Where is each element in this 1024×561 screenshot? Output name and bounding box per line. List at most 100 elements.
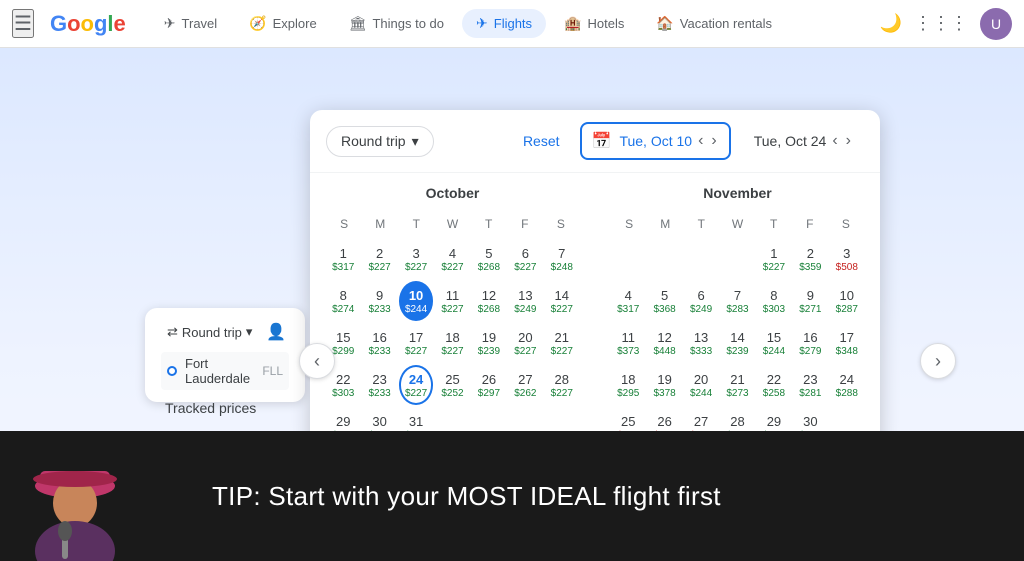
day-cell-20[interactable]: 20$227 bbox=[508, 323, 542, 363]
day-cell-2[interactable]: 2$359 bbox=[793, 239, 827, 279]
day-cell-26[interactable]: 26$297 bbox=[472, 365, 506, 405]
day-cell-14[interactable]: 14$227 bbox=[545, 281, 579, 321]
day-cell-6[interactable]: 6$227 bbox=[508, 239, 542, 279]
calendar-header: Round trip ▾ Reset 📅 Tue, Oct 10 ‹ › Tue… bbox=[310, 110, 880, 173]
day-cell-11[interactable]: 11$373 bbox=[611, 323, 645, 363]
day-cell-18[interactable]: 18$295 bbox=[611, 365, 645, 405]
day-cell-24[interactable]: 24$227 bbox=[399, 365, 433, 405]
day-cell-9[interactable]: 9$271 bbox=[793, 281, 827, 321]
day-cell-6[interactable]: 6$249 bbox=[684, 281, 718, 321]
day-cell-16[interactable]: 16$279 bbox=[793, 323, 827, 363]
day-cell-8[interactable]: 8$303 bbox=[757, 281, 791, 321]
reset-button[interactable]: Reset bbox=[515, 127, 568, 155]
end-date-prev-button[interactable]: ‹ bbox=[830, 130, 839, 152]
grid-button[interactable]: ⋮⋮⋮ bbox=[914, 13, 968, 34]
day-number: 6 bbox=[522, 246, 529, 261]
day-cell-17[interactable]: 17$227 bbox=[399, 323, 433, 363]
day-cell-10[interactable]: 10$287 bbox=[830, 281, 864, 321]
dark-mode-button[interactable]: 🌙 bbox=[880, 13, 902, 34]
october-day-headers: S M T W T F S bbox=[326, 213, 579, 235]
end-date-selector[interactable]: Tue, Oct 24 ‹ › bbox=[743, 123, 864, 159]
day-cell-19[interactable]: 19$239 bbox=[472, 323, 506, 363]
day-cell-25[interactable]: 25$252 bbox=[435, 365, 469, 405]
day-cell-23[interactable]: 23$281 bbox=[793, 365, 827, 405]
day-cell-12[interactable]: 12$268 bbox=[472, 281, 506, 321]
start-date-selector[interactable]: 📅 Tue, Oct 10 ‹ › bbox=[580, 122, 731, 160]
day-number: 16 bbox=[803, 330, 817, 345]
day-cell-21[interactable]: 21$273 bbox=[720, 365, 754, 405]
start-date-next-button[interactable]: › bbox=[709, 130, 718, 152]
day-cell-18[interactable]: 18$227 bbox=[435, 323, 469, 363]
day-cell-19[interactable]: 19$378 bbox=[647, 365, 681, 405]
tracked-prices-label: Tracked prices bbox=[165, 400, 256, 416]
day-cell-4[interactable]: 4$227 bbox=[435, 239, 469, 279]
day-cell-3[interactable]: 3$227 bbox=[399, 239, 433, 279]
tab-hotels[interactable]: 🏨 Hotels bbox=[550, 9, 638, 38]
day-cell-7[interactable]: 7$248 bbox=[545, 239, 579, 279]
day-cell-27[interactable]: 27$262 bbox=[508, 365, 542, 405]
day-number: 11 bbox=[621, 330, 635, 345]
day-cell-1[interactable]: 1$227 bbox=[757, 239, 791, 279]
day-price: $233 bbox=[369, 304, 391, 315]
oct-day-header-t1: T bbox=[398, 213, 434, 235]
day-cell-20[interactable]: 20$244 bbox=[684, 365, 718, 405]
day-number: 2 bbox=[376, 246, 383, 261]
day-cell-10[interactable]: 10$244 bbox=[399, 281, 433, 321]
day-price: $249 bbox=[690, 304, 712, 315]
day-price: $227 bbox=[551, 304, 573, 315]
avatar[interactable]: U bbox=[980, 8, 1012, 40]
round-trip-button[interactable]: Round trip ▾ bbox=[326, 126, 434, 157]
day-price: $258 bbox=[763, 388, 785, 399]
empty-cell bbox=[647, 239, 681, 279]
day-cell-4[interactable]: 4$317 bbox=[611, 281, 645, 321]
trip-type-button[interactable]: ⇄ Round trip ▾ bbox=[161, 320, 258, 344]
start-date-prev-button[interactable]: ‹ bbox=[696, 130, 705, 152]
day-number: 16 bbox=[372, 330, 386, 345]
hamburger-button[interactable]: ☰ bbox=[12, 9, 34, 38]
day-cell-15[interactable]: 15$244 bbox=[757, 323, 791, 363]
tab-things[interactable]: 🏛 Things to do bbox=[335, 9, 458, 38]
day-number: 28 bbox=[730, 414, 744, 429]
end-date-next-button[interactable]: › bbox=[844, 130, 853, 152]
day-cell-12[interactable]: 12$448 bbox=[647, 323, 681, 363]
location-code: FLL bbox=[262, 364, 283, 378]
day-cell-13[interactable]: 13$249 bbox=[508, 281, 542, 321]
october-day-grid: 1$3172$2273$2274$2275$2686$2277$2488$274… bbox=[326, 239, 579, 447]
day-cell-21[interactable]: 21$227 bbox=[545, 323, 579, 363]
calendar-next-button[interactable]: › bbox=[920, 343, 956, 379]
tab-travel[interactable]: ✈ Travel bbox=[150, 9, 231, 38]
day-cell-5[interactable]: 5$368 bbox=[647, 281, 681, 321]
day-price: $448 bbox=[654, 346, 676, 357]
day-cell-24[interactable]: 24$288 bbox=[830, 365, 864, 405]
day-cell-2[interactable]: 2$227 bbox=[362, 239, 396, 279]
day-cell-3[interactable]: 3$508 bbox=[830, 239, 864, 279]
day-number: 23 bbox=[803, 372, 817, 387]
day-cell-1[interactable]: 1$317 bbox=[326, 239, 360, 279]
day-cell-13[interactable]: 13$333 bbox=[684, 323, 718, 363]
day-cell-9[interactable]: 9$233 bbox=[362, 281, 396, 321]
november-day-headers: S M T W T F S bbox=[611, 213, 864, 235]
empty-cell bbox=[720, 239, 754, 279]
day-cell-17[interactable]: 17$348 bbox=[830, 323, 864, 363]
day-number: 20 bbox=[518, 330, 532, 345]
tab-flights[interactable]: ✈ Flights bbox=[462, 9, 546, 38]
day-cell-16[interactable]: 16$233 bbox=[362, 323, 396, 363]
day-cell-22[interactable]: 22$258 bbox=[757, 365, 791, 405]
tab-vacation[interactable]: 🏠 Vacation rentals bbox=[642, 9, 786, 38]
day-cell-11[interactable]: 11$227 bbox=[435, 281, 469, 321]
day-price: $249 bbox=[514, 304, 536, 315]
oct-day-header-t2: T bbox=[471, 213, 507, 235]
calendar-prev-button[interactable]: ‹ bbox=[299, 343, 335, 379]
tab-explore[interactable]: 🧭 Explore bbox=[235, 9, 331, 38]
day-number: 8 bbox=[770, 288, 777, 303]
round-trip-dropdown-icon: ▾ bbox=[412, 133, 419, 150]
day-price: $244 bbox=[405, 304, 427, 315]
day-cell-23[interactable]: 23$233 bbox=[362, 365, 396, 405]
day-cell-5[interactable]: 5$268 bbox=[472, 239, 506, 279]
day-cell-8[interactable]: 8$274 bbox=[326, 281, 360, 321]
day-cell-28[interactable]: 28$227 bbox=[545, 365, 579, 405]
nov-day-header-m: M bbox=[647, 213, 683, 235]
november-day-grid: 1$2272$3593$508 4$3175$3686$2497$2838$303… bbox=[611, 239, 864, 447]
day-cell-14[interactable]: 14$239 bbox=[720, 323, 754, 363]
day-cell-7[interactable]: 7$283 bbox=[720, 281, 754, 321]
